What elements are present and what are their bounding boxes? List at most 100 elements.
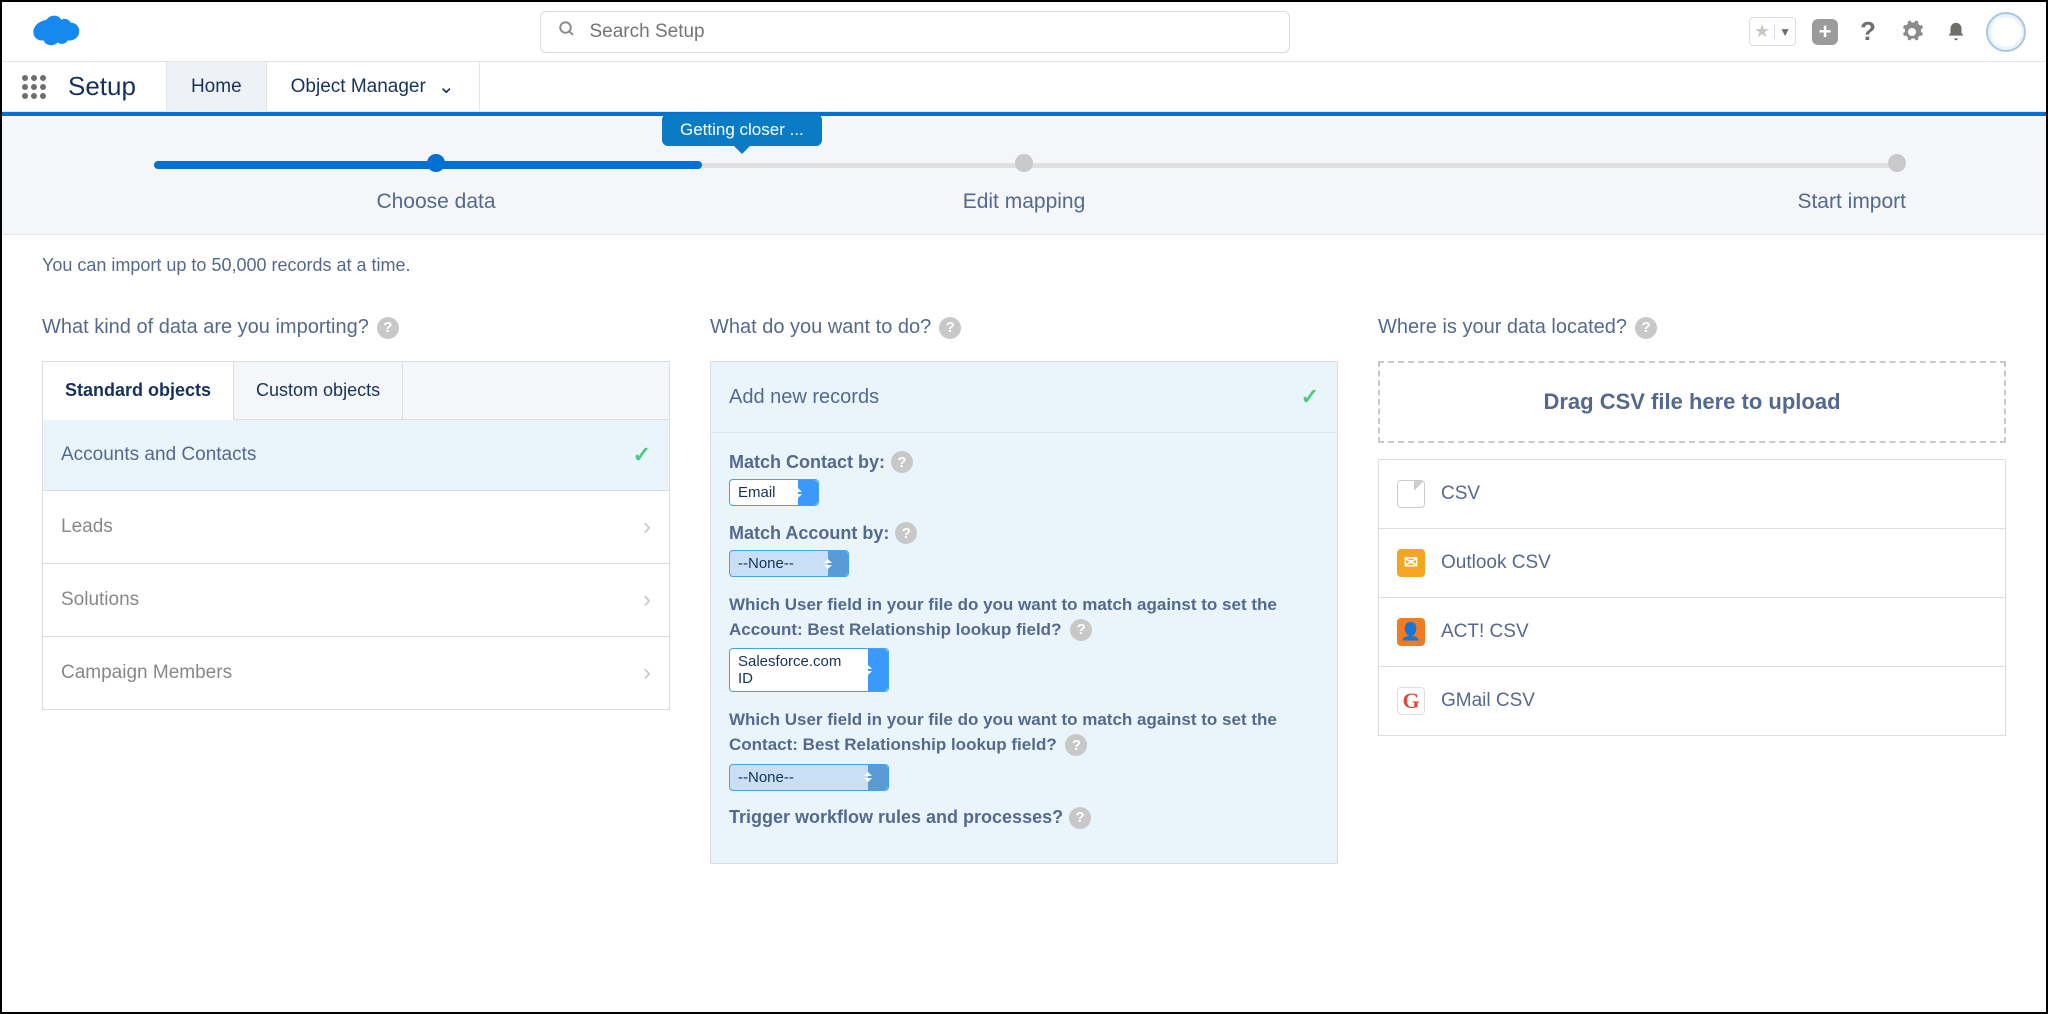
list-item-label: Leads [61, 516, 113, 538]
help-icon[interactable]: ? [1635, 317, 1657, 339]
setup-title: Setup [68, 71, 136, 102]
progress-stepper: Getting closer ... Choose data Edit mapp… [2, 112, 2046, 235]
list-item-label: Solutions [61, 589, 139, 611]
search-icon [558, 20, 576, 44]
chevron-right-icon: › [643, 659, 651, 687]
help-icon[interactable]: ? [377, 317, 399, 339]
select-value: Salesforce.com ID [738, 653, 841, 687]
progress-tooltip: Getting closer ... [662, 114, 822, 146]
chevron-down-icon: ▼ [1774, 25, 1791, 39]
column-title: What kind of data are you importing? ? [42, 316, 670, 339]
column-data-kind: What kind of data are you importing? ? S… [42, 316, 670, 864]
source-gmail-csv[interactable]: G GMail CSV [1379, 667, 2005, 735]
panel-title-text: Add new records [729, 386, 879, 409]
column-title: Where is your data located? ? [1378, 316, 2006, 339]
user-field-account-select[interactable]: Salesforce.com ID [729, 648, 889, 692]
column-title-text: What kind of data are you importing? [42, 316, 369, 339]
search-input[interactable] [540, 11, 1290, 53]
select-value: --None-- [738, 555, 814, 572]
panel-header[interactable]: Add new records ✓ [711, 362, 1337, 433]
list-item-accounts-contacts[interactable]: Accounts and Contacts ✓ [43, 419, 669, 490]
main-content: You can import up to 50,000 records at a… [2, 235, 2046, 884]
source-act-csv[interactable]: 👤 ACT! CSV [1379, 598, 2005, 667]
step-edit-mapping[interactable]: Edit mapping [730, 154, 1318, 214]
help-icon[interactable]: ? [1854, 18, 1882, 46]
step-start-import[interactable]: Start import [1318, 154, 1906, 214]
step-label: Choose data [376, 190, 495, 214]
tab-object-manager-label: Object Manager [291, 76, 426, 98]
header-actions: ★ ▼ + ? [1749, 12, 2026, 52]
step-dot-active [427, 154, 445, 172]
column-title-text: What do you want to do? [710, 316, 931, 339]
step-dot [1015, 154, 1033, 172]
chevron-right-icon: › [643, 586, 651, 614]
step-dot [1888, 154, 1906, 172]
step-choose-data[interactable]: Choose data [142, 154, 730, 214]
match-contact-select[interactable]: Email [729, 479, 819, 506]
help-icon[interactable]: ? [939, 317, 961, 339]
user-field-account-label: Which User field in your file do you wan… [729, 593, 1319, 642]
tab-standard-objects[interactable]: Standard objects [43, 362, 234, 420]
import-limit-text: You can import up to 50,000 records at a… [42, 255, 2006, 276]
user-field-contact-label: Which User field in your file do you wan… [729, 708, 1319, 757]
column-title-text: Where is your data located? [1378, 316, 1627, 339]
select-caret-icon [828, 551, 848, 576]
user-field-contact-select[interactable]: --None-- [729, 764, 889, 791]
check-icon: ✓ [1301, 384, 1319, 410]
select-value: --None-- [738, 769, 814, 786]
global-header: ★ ▼ + ? [2, 2, 2046, 62]
act-icon: 👤 [1397, 618, 1425, 646]
chevron-down-icon: ⌄ [438, 74, 455, 99]
user-avatar[interactable] [1986, 12, 2026, 52]
trigger-workflow-label: Trigger workflow rules and processes? ? [729, 807, 1319, 829]
match-contact-label: Match Contact by: ? [729, 451, 1319, 473]
context-nav: Setup Home Object Manager ⌄ [2, 62, 2046, 112]
salesforce-logo[interactable] [22, 11, 82, 53]
step-label: Start import [1797, 190, 1906, 214]
match-account-select[interactable]: --None-- [729, 550, 849, 577]
select-caret-icon [798, 480, 818, 505]
help-icon[interactable]: ? [895, 522, 917, 544]
source-label: Outlook CSV [1441, 552, 1551, 574]
star-icon: ★ [1754, 21, 1770, 42]
select-value: Email [738, 484, 796, 501]
csv-dropzone[interactable]: Drag CSV file here to upload [1378, 361, 2006, 443]
csv-source-list: CSV ✉ Outlook CSV 👤 ACT! CSV G GMail CSV [1378, 459, 2006, 736]
notifications-bell-icon[interactable] [1942, 18, 1970, 46]
help-icon[interactable]: ? [1070, 619, 1092, 641]
source-csv[interactable]: CSV [1379, 460, 2005, 529]
source-label: CSV [1441, 483, 1480, 505]
column-data-location: Where is your data located? ? Drag CSV f… [1378, 316, 2006, 864]
favorites-dropdown[interactable]: ★ ▼ [1749, 17, 1796, 46]
source-label: ACT! CSV [1441, 621, 1529, 643]
list-item-leads[interactable]: Leads › [43, 490, 669, 563]
select-caret-icon [868, 765, 888, 790]
tab-custom-objects[interactable]: Custom objects [234, 362, 403, 419]
app-launcher-icon[interactable] [22, 75, 46, 99]
add-records-panel: Add new records ✓ Match Contact by: ? Em… [710, 361, 1338, 864]
match-account-label: Match Account by: ? [729, 522, 1319, 544]
gmail-icon: G [1397, 687, 1425, 715]
source-outlook-csv[interactable]: ✉ Outlook CSV [1379, 529, 2005, 598]
column-action: What do you want to do? ? Add new record… [710, 316, 1338, 864]
object-type-tabs: Standard objects Custom objects Accounts… [42, 361, 670, 710]
help-icon[interactable]: ? [891, 451, 913, 473]
settings-gear-icon[interactable] [1898, 18, 1926, 46]
column-title: What do you want to do? ? [710, 316, 1338, 339]
global-add-button[interactable]: + [1812, 19, 1838, 45]
list-item-solutions[interactable]: Solutions › [43, 563, 669, 636]
search-container [540, 11, 1290, 53]
list-item-campaign-members[interactable]: Campaign Members › [43, 636, 669, 709]
source-label: GMail CSV [1441, 690, 1535, 712]
chevron-right-icon: › [643, 513, 651, 541]
step-label: Edit mapping [963, 190, 1086, 214]
tab-home[interactable]: Home [166, 62, 267, 112]
check-icon: ✓ [633, 442, 651, 468]
file-icon [1397, 480, 1425, 508]
list-item-label: Campaign Members [61, 662, 232, 684]
tab-object-manager[interactable]: Object Manager ⌄ [267, 62, 480, 112]
select-caret-icon [868, 649, 888, 691]
help-icon[interactable]: ? [1069, 807, 1091, 829]
help-icon[interactable]: ? [1065, 734, 1087, 756]
list-item-label: Accounts and Contacts [61, 444, 256, 466]
